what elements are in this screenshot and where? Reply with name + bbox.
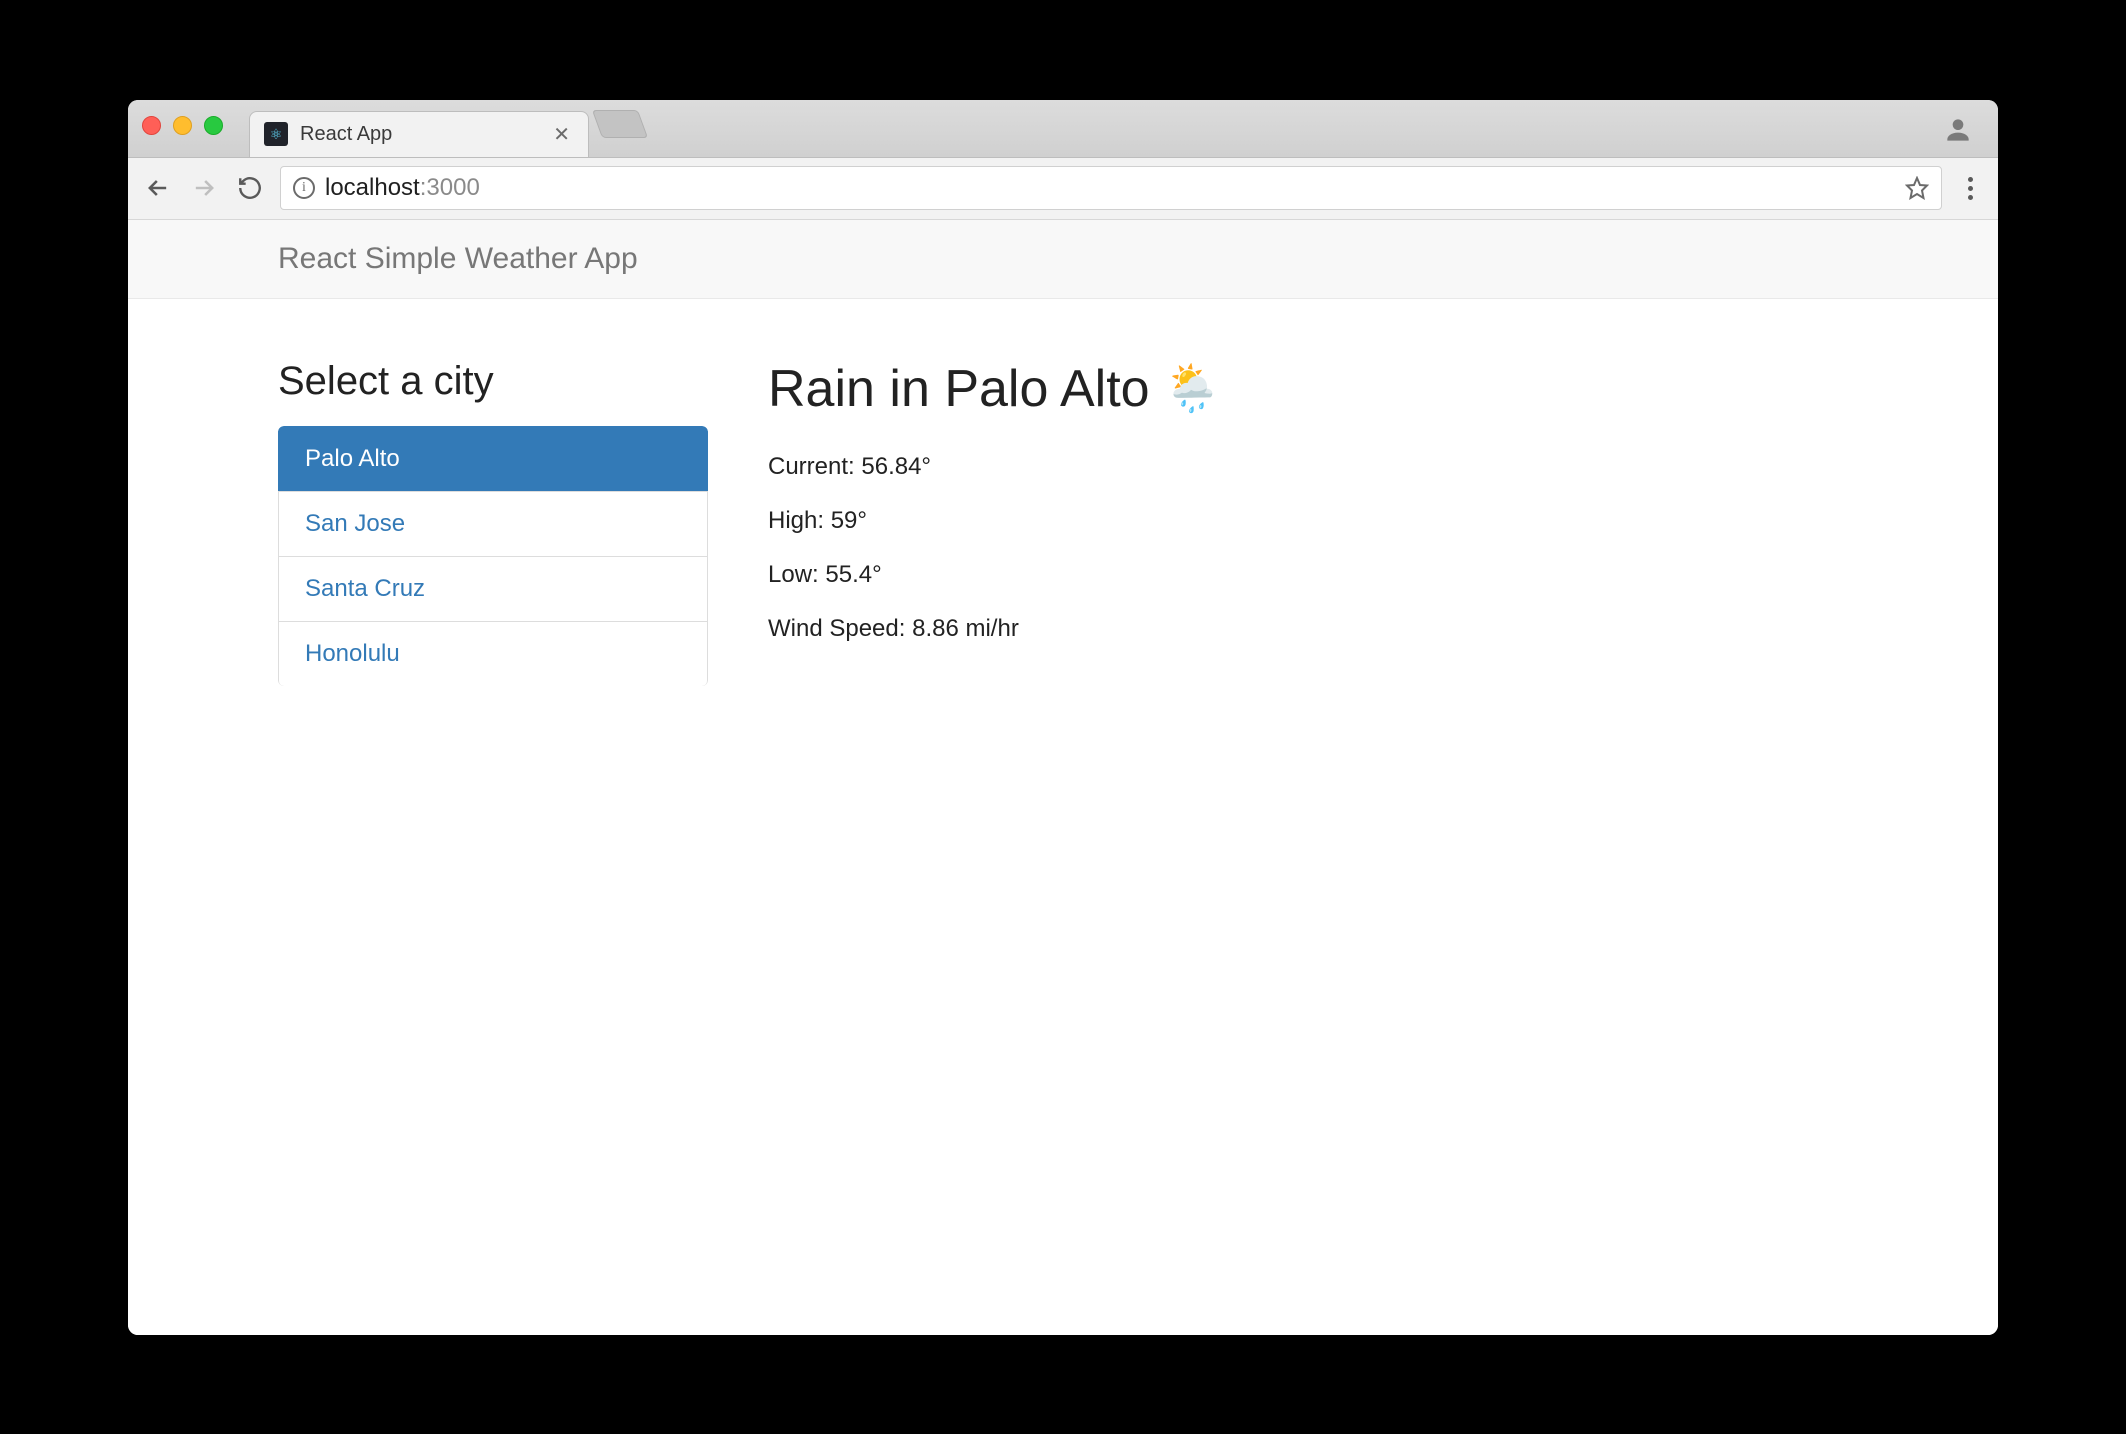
city-list: Palo Alto San Jose Santa Cruz Honolulu bbox=[278, 426, 708, 686]
weather-wind: Wind Speed: 8.86 mi/hr bbox=[768, 615, 1848, 643]
minimize-window-button[interactable] bbox=[173, 116, 192, 135]
page-content: Select a city Palo Alto San Jose Santa C… bbox=[128, 299, 1998, 1335]
city-item-san-jose[interactable]: San Jose bbox=[278, 491, 708, 557]
weather-high: High: 59° bbox=[768, 507, 1848, 535]
browser-toolbar: i localhost:3000 bbox=[128, 158, 1998, 220]
url-text: localhost:3000 bbox=[325, 174, 480, 202]
react-favicon-icon: ⚛ bbox=[264, 122, 288, 146]
city-item-santa-cruz[interactable]: Santa Cruz bbox=[278, 556, 708, 622]
site-info-icon[interactable]: i bbox=[293, 177, 315, 199]
weather-current: Current: 56.84° bbox=[768, 453, 1848, 481]
weather-heading: Rain in Palo Alto 🌦️ bbox=[768, 359, 1848, 419]
wind-value: 8.86 mi/hr bbox=[912, 615, 1019, 642]
high-value: 59° bbox=[831, 507, 867, 534]
profile-icon[interactable] bbox=[1942, 114, 1974, 146]
tab-title: React App bbox=[300, 123, 537, 146]
browser-tab[interactable]: ⚛ React App ✕ bbox=[249, 111, 589, 157]
high-label: High: bbox=[768, 507, 824, 534]
new-tab-button[interactable] bbox=[592, 110, 648, 138]
weather-rain-icon: 🌦️ bbox=[1164, 361, 1221, 416]
browser-menu-button[interactable] bbox=[1956, 177, 1984, 200]
window-controls bbox=[142, 116, 223, 135]
low-value: 55.4° bbox=[825, 561, 881, 588]
weather-low: Low: 55.4° bbox=[768, 561, 1848, 589]
tab-strip: ⚛ React App ✕ bbox=[128, 100, 1998, 158]
app-header: React Simple Weather App bbox=[128, 220, 1998, 299]
close-window-button[interactable] bbox=[142, 116, 161, 135]
current-label: Current: bbox=[768, 453, 855, 480]
address-bar[interactable]: i localhost:3000 bbox=[280, 166, 1942, 210]
weather-heading-text: Rain in Palo Alto bbox=[768, 359, 1150, 419]
low-label: Low: bbox=[768, 561, 819, 588]
maximize-window-button[interactable] bbox=[204, 116, 223, 135]
sidebar-heading: Select a city bbox=[278, 359, 708, 404]
url-host: localhost bbox=[325, 174, 420, 201]
current-value: 56.84° bbox=[861, 453, 931, 480]
app-title: React Simple Weather App bbox=[278, 242, 1848, 276]
reload-button[interactable] bbox=[234, 172, 266, 204]
city-item-palo-alto[interactable]: Palo Alto bbox=[278, 426, 708, 492]
back-button[interactable] bbox=[142, 172, 174, 204]
close-tab-icon[interactable]: ✕ bbox=[549, 122, 574, 147]
wind-label: Wind Speed: bbox=[768, 615, 905, 642]
browser-window: ⚛ React App ✕ i localhost:3000 bbox=[128, 100, 1998, 1335]
city-item-honolulu[interactable]: Honolulu bbox=[278, 621, 708, 686]
url-port: :3000 bbox=[420, 174, 480, 201]
weather-panel: Rain in Palo Alto 🌦️ Current: 56.84° Hig… bbox=[768, 359, 1848, 686]
bookmark-star-icon[interactable] bbox=[1905, 176, 1929, 200]
forward-button[interactable] bbox=[188, 172, 220, 204]
city-sidebar: Select a city Palo Alto San Jose Santa C… bbox=[278, 359, 708, 686]
